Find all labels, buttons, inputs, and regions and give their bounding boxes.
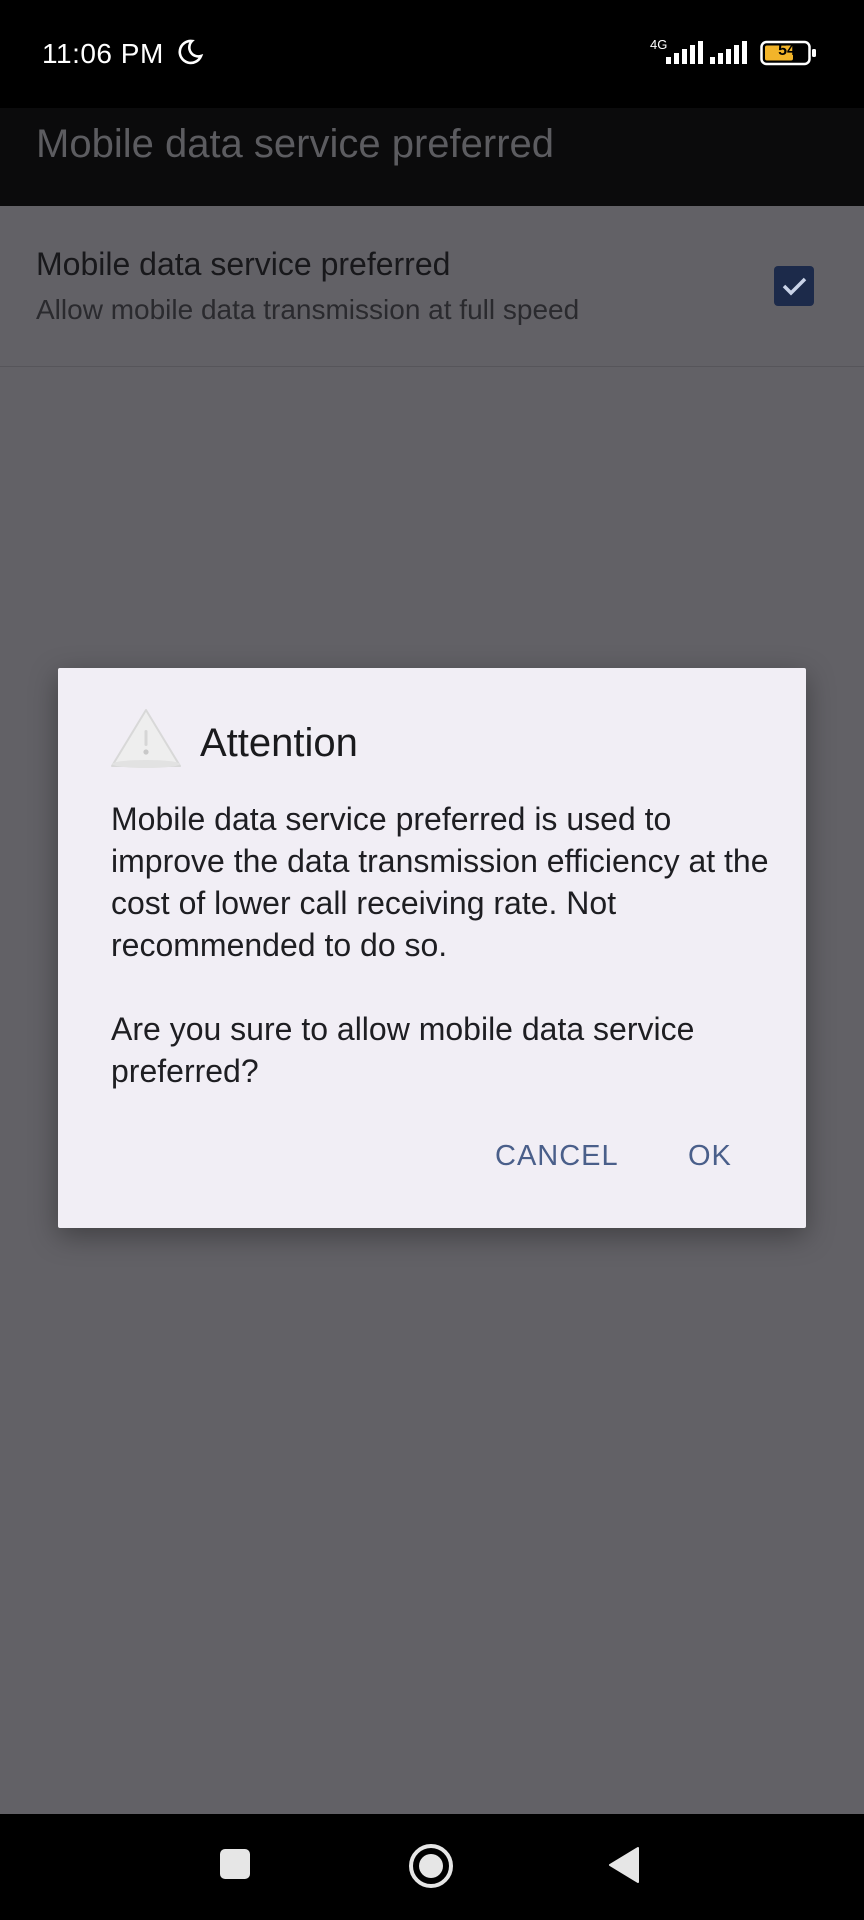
warning-icon xyxy=(111,709,181,768)
recents-icon[interactable] xyxy=(218,1847,252,1881)
preference-row[interactable] xyxy=(0,206,864,367)
moon-icon xyxy=(178,39,204,65)
back-icon[interactable] xyxy=(606,1846,642,1884)
ok-button[interactable]: OK xyxy=(688,1140,732,1173)
status-bar: 11:06 PM 4G 54 xyxy=(0,0,864,108)
signal-icon xyxy=(710,41,747,64)
preference-checkbox[interactable] xyxy=(774,266,814,306)
page-title: Mobile data service preferred xyxy=(36,122,555,166)
preference-summary: Allow mobile data transmission at full s… xyxy=(36,294,580,325)
navigation-bar xyxy=(0,1814,864,1920)
home-icon[interactable] xyxy=(408,1843,454,1889)
dialog-message: Mobile data service preferred is used to… xyxy=(111,801,769,1089)
battery-level: 54 xyxy=(778,42,796,59)
status-time: 11:06 PM xyxy=(42,38,164,69)
screen: 11:06 PM 4G 54 Mobile data service prefe… xyxy=(0,0,864,1920)
signal-4g-icon xyxy=(666,41,703,64)
preference-title: Mobile data service preferred xyxy=(36,246,451,282)
cancel-button[interactable]: CANCEL xyxy=(495,1140,619,1173)
dialog-title: Attention xyxy=(200,721,358,765)
checkmark-icon xyxy=(782,277,807,296)
